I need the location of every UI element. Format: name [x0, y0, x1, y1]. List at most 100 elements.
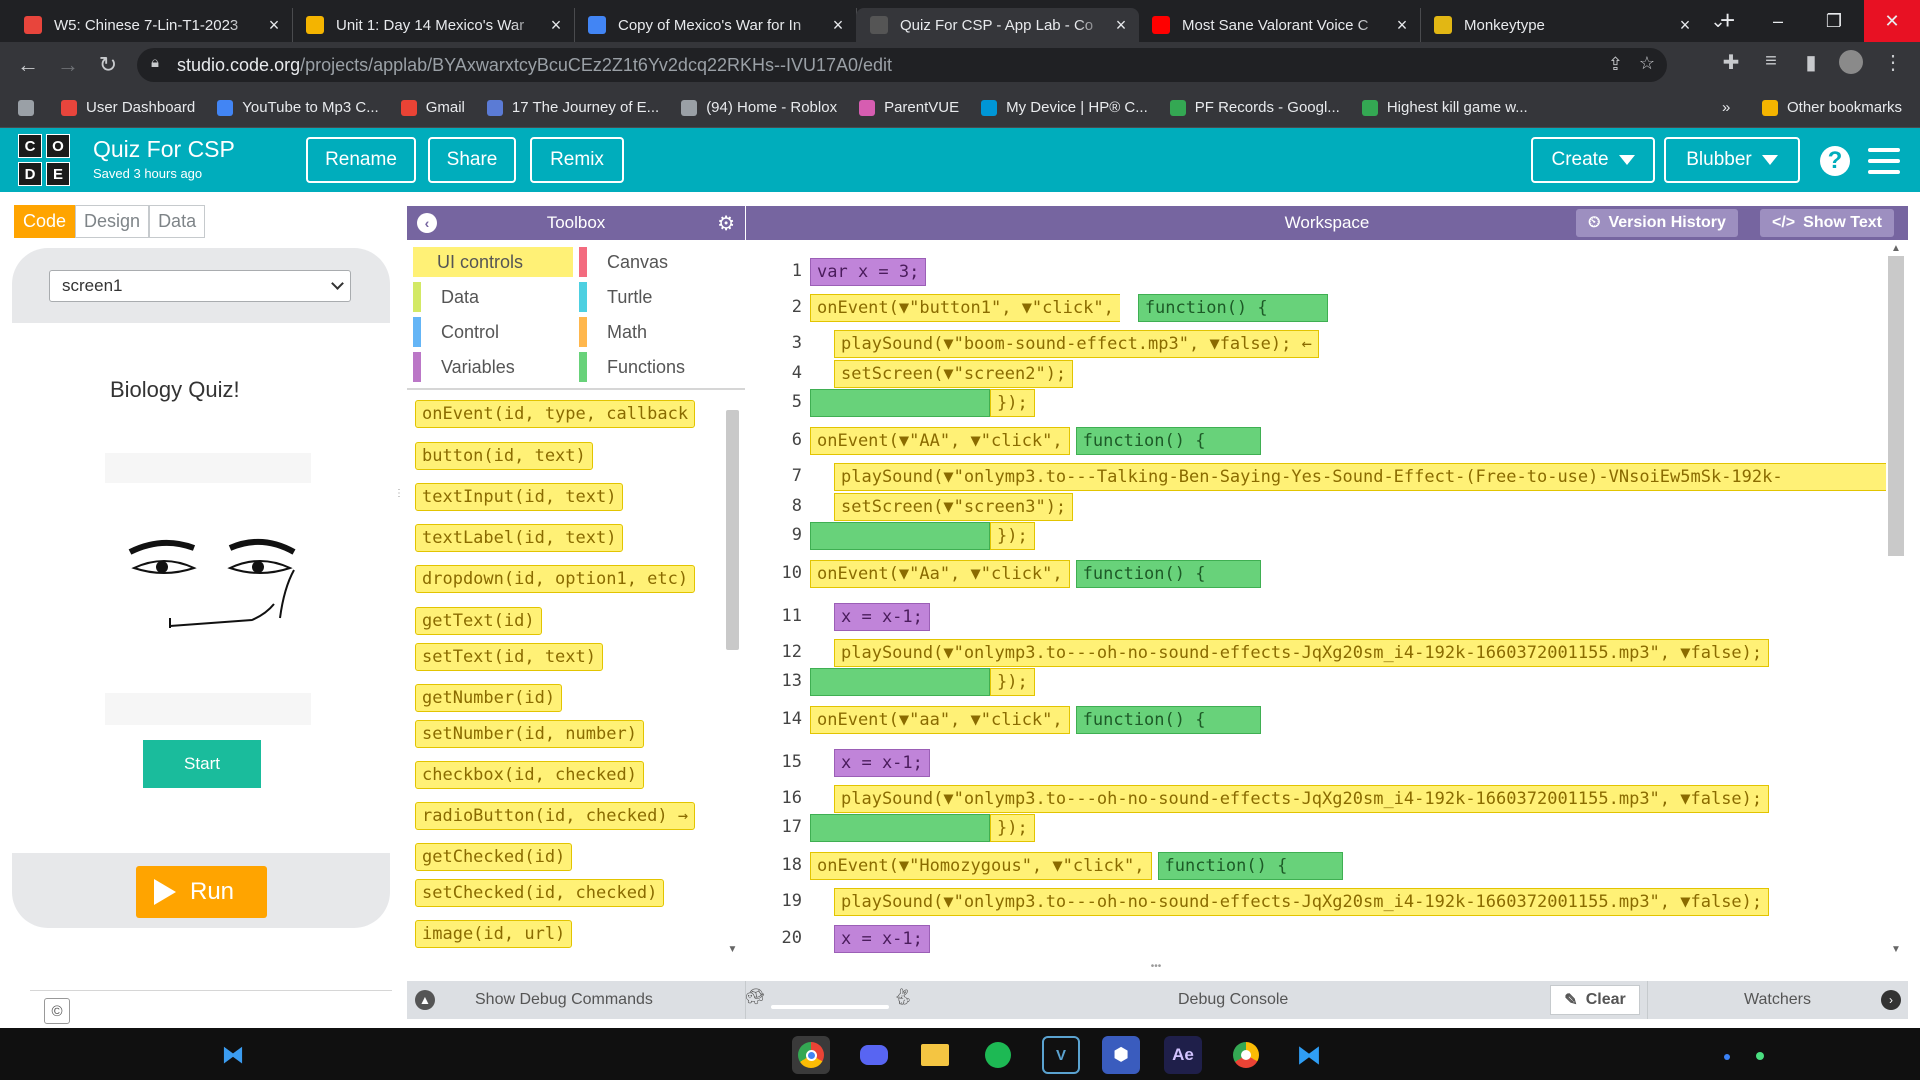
category-ui-controls[interactable]: UI controls	[413, 247, 573, 277]
vscode-icon[interactable]: ⧓	[1290, 1036, 1328, 1074]
close-tab-icon[interactable]: ×	[548, 15, 564, 36]
category-canvas[interactable]: Canvas	[579, 247, 668, 277]
category-control[interactable]: Control	[413, 317, 499, 347]
toolbox-block[interactable]: image(id, url)	[415, 920, 573, 948]
show-debug-commands[interactable]: Show Debug Commands	[475, 991, 653, 1009]
toolbox-block[interactable]: textInput(id, text)	[415, 483, 624, 511]
play-sound-block[interactable]: playSound(▼"onlymp3.to---oh-no-sound-eff…	[834, 639, 1770, 667]
toolbox-block[interactable]: setText(id, text)	[415, 643, 603, 671]
show-text-button[interactable]: </> Show Text	[1760, 209, 1894, 237]
media-icon[interactable]: ≡	[1756, 50, 1786, 73]
code-line[interactable]: });	[810, 389, 1035, 417]
user-menu-button[interactable]: Blubber	[1664, 137, 1800, 183]
workspace-scrollbar[interactable]	[1888, 256, 1904, 556]
assign-block[interactable]: x = x-1;	[834, 925, 930, 953]
bookmark-star-icon[interactable]: ☆	[1639, 53, 1655, 74]
restore-icon[interactable]: ❐	[1806, 0, 1862, 42]
on-event-block[interactable]: onEvent(▼"AA", ▼"click",	[810, 427, 1070, 455]
code-line[interactable]: onEvent(▼"Homozygous", ▼"click", function…	[810, 852, 1343, 880]
chrome-variant-icon[interactable]	[1227, 1036, 1265, 1074]
assign-block[interactable]: x = x-1;	[834, 603, 930, 631]
category-functions[interactable]: Functions	[579, 352, 685, 382]
toolbox-block[interactable]: button(id, text)	[415, 442, 593, 470]
code-line[interactable]: playSound(▼"onlymp3.to---Talking-Ben-Say…	[834, 463, 1886, 491]
side-panel-icon[interactable]: ▮	[1796, 50, 1826, 75]
gear-icon[interactable]: ⚙	[717, 211, 735, 236]
browser-tab[interactable]: Copy of Mexico's War for In ×	[574, 8, 857, 42]
chrome-icon[interactable]	[792, 1036, 830, 1074]
spotify-icon[interactable]	[979, 1036, 1017, 1074]
toolbox-scrollbar[interactable]	[726, 410, 739, 650]
code-line[interactable]: playSound(▼"onlymp3.to---oh-no-sound-eff…	[834, 639, 1770, 667]
bookmark-item[interactable]: 17 The Journey of E...	[486, 99, 659, 116]
remix-button[interactable]: Remix	[530, 137, 624, 183]
reload-icon[interactable]: ↻	[88, 45, 128, 85]
toolbox-block[interactable]: checkbox(id, checked)	[415, 761, 644, 789]
code-line[interactable]: setScreen(▼"screen2");	[834, 360, 1074, 388]
bookmark-item[interactable]: Highest kill game w...	[1361, 99, 1528, 116]
code-line[interactable]: x = x-1;	[834, 925, 930, 953]
code-workspace[interactable]: var x = 3; onEvent(▼"button1", ▼"click",…	[806, 241, 1886, 961]
tab-data[interactable]: Data	[149, 205, 206, 238]
toolbox-block[interactable]: dropdown(id, option1, etc)	[415, 565, 696, 593]
category-data[interactable]: Data	[413, 282, 479, 312]
bookmarks-overflow[interactable]: »	[1722, 99, 1730, 116]
close-tab-icon[interactable]: ×	[266, 15, 282, 36]
code-line[interactable]: });	[810, 668, 1035, 696]
code-line[interactable]: onEvent(▼"button1", ▼"click", function() …	[810, 294, 1328, 322]
code-line[interactable]: onEvent(▼"AA", ▼"click", function() {	[810, 427, 1261, 455]
code-line[interactable]: playSound(▼"onlymp3.to---oh-no-sound-eff…	[834, 888, 1770, 916]
category-variables[interactable]: Variables	[413, 352, 515, 382]
play-sound-block[interactable]: playSound(▼"onlymp3.to---oh-no-sound-eff…	[834, 785, 1770, 813]
rename-button[interactable]: Rename	[306, 137, 416, 183]
on-event-block[interactable]: onEvent(▼"Homozygous", ▼"click",	[810, 852, 1152, 880]
tab-search-icon[interactable]: ⌄	[1690, 0, 1746, 42]
run-button[interactable]: Run	[136, 866, 267, 918]
discord-icon[interactable]	[855, 1036, 893, 1074]
toolbox-scroll-down-icon[interactable]: ▼	[726, 944, 739, 955]
close-tab-icon[interactable]: ×	[1394, 15, 1410, 36]
function-block[interactable]: function() {	[1157, 852, 1343, 880]
start-button[interactable]: Start	[143, 740, 261, 788]
code-line[interactable]: var x = 3;	[810, 258, 927, 286]
code-line[interactable]: playSound(▼"boom-sound-effect.mp3", ▼fal…	[834, 330, 1319, 358]
toolbox-block[interactable]: textLabel(id, text)	[415, 524, 624, 552]
function-block[interactable]: function() {	[1137, 294, 1328, 322]
toolbox-block[interactable]: getNumber(id)	[415, 684, 563, 712]
bookmark-item[interactable]: ParentVUE	[859, 99, 959, 116]
toolbox-block[interactable]: setNumber(id, number)	[415, 720, 644, 748]
hamburger-menu-icon[interactable]	[1868, 148, 1900, 174]
scroll-up-icon[interactable]: ▲	[1888, 243, 1904, 254]
bookmark-item[interactable]: PF Records - Googl...	[1169, 99, 1340, 116]
code-line[interactable]: x = x-1;	[834, 749, 930, 777]
browser-tab[interactable]: W5: Chinese 7-Lin-T1-2023 ×	[10, 8, 293, 42]
forward-icon[interactable]: →	[48, 45, 88, 85]
toolbox-block[interactable]: getText(id)	[415, 607, 542, 635]
toolbox-block[interactable]: setChecked(id, checked)	[415, 879, 665, 907]
assign-block[interactable]: x = x-1;	[834, 749, 930, 777]
address-bar[interactable]: 🔒︎ studio.code.org/projects/applab/BYAxw…	[137, 48, 1667, 82]
function-block[interactable]: function() {	[1075, 560, 1261, 588]
scroll-down-icon[interactable]: ▼	[1888, 944, 1904, 955]
create-menu-button[interactable]: Create	[1531, 137, 1655, 183]
toolbox-block[interactable]: radioButton(id, checked) →	[415, 802, 696, 830]
function-block[interactable]: function() {	[1075, 706, 1261, 734]
tab-code[interactable]: Code	[14, 205, 76, 238]
category-math[interactable]: Math	[579, 317, 647, 347]
on-event-block[interactable]: onEvent(▼"button1", ▼"click",	[810, 294, 1120, 322]
extensions-icon[interactable]: ✚	[1716, 50, 1746, 75]
function-block[interactable]: function() {	[1075, 427, 1261, 455]
minimize-icon[interactable]: –	[1750, 0, 1806, 42]
var-block[interactable]: var x = 3;	[810, 258, 927, 286]
browser-tab[interactable]: Unit 1: Day 14 Mexico's War ×	[292, 8, 575, 42]
set-screen-block[interactable]: setScreen(▼"screen3");	[834, 493, 1074, 521]
vscode-pinned-icon[interactable]: ⧓	[214, 1036, 252, 1074]
collapse-toolbox-icon[interactable]: ‹	[417, 213, 437, 233]
set-screen-block[interactable]: setScreen(▼"screen2");	[834, 360, 1074, 388]
bookmark-item[interactable]: Gmail	[400, 99, 465, 116]
code-line[interactable]: });	[810, 522, 1035, 550]
close-window-icon[interactable]: ✕	[1864, 0, 1920, 42]
code-line[interactable]: onEvent(▼"aa", ▼"click", function() {	[810, 706, 1261, 734]
bookmark-item[interactable]: (94) Home - Roblox	[681, 99, 837, 116]
close-tab-icon[interactable]: ×	[1113, 15, 1129, 36]
